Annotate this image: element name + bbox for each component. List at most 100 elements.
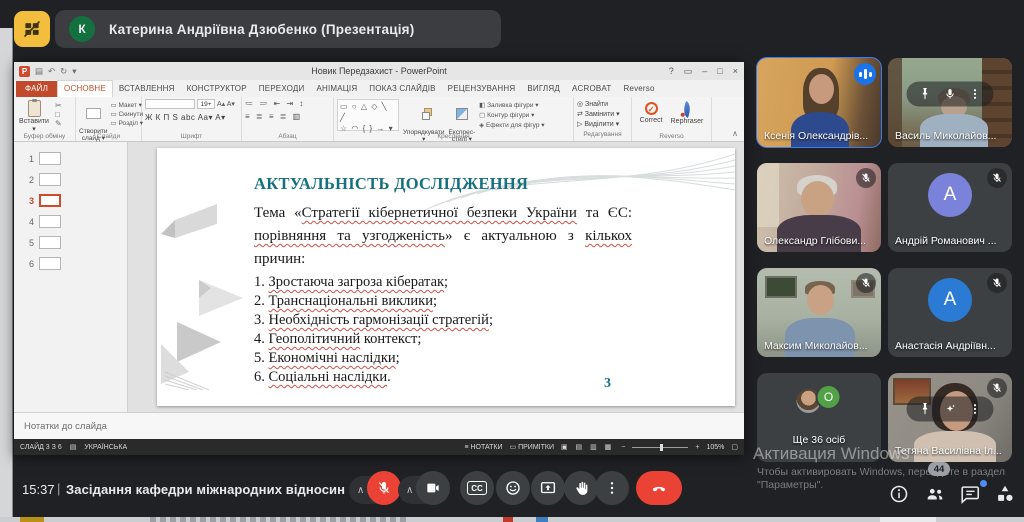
pin-icon[interactable] bbox=[919, 402, 932, 415]
pin-icon[interactable] bbox=[919, 87, 932, 100]
presenter-banner[interactable]: К Катерина Андріївна Дзюбенко (Презентац… bbox=[55, 10, 501, 48]
zoom-slider-thumb[interactable] bbox=[660, 444, 663, 451]
slide-text-segment: Транснаціональні виклики bbox=[269, 293, 433, 309]
help-button[interactable]: ? bbox=[669, 66, 674, 76]
zoom-slider[interactable] bbox=[632, 447, 688, 448]
ribbon-tab[interactable]: РЕЦЕНЗУВАННЯ bbox=[442, 81, 522, 97]
participant-tile[interactable]: Олександр Глібови... bbox=[757, 163, 881, 252]
paste-button[interactable]: Вставити ▾ bbox=[17, 99, 51, 131]
reset-button[interactable]: ▭ Скинути bbox=[111, 110, 144, 119]
language-indicator[interactable]: УКРАЇНСЬКА bbox=[84, 444, 127, 451]
collapse-ribbon-button[interactable]: ∧ bbox=[732, 129, 738, 138]
slide-thumbnail[interactable]: 3 bbox=[14, 190, 127, 211]
slide-thumbnail[interactable]: 5 bbox=[14, 232, 127, 253]
mic-icon[interactable] bbox=[944, 87, 957, 100]
notes-pane[interactable]: Нотатки до слайда bbox=[14, 412, 744, 439]
fit-to-window-button[interactable]: ▢ bbox=[731, 443, 738, 451]
ribbon-tab[interactable]: Reverso bbox=[617, 81, 660, 97]
alignment-buttons[interactable]: ≡ ≣ ≡ ≣ ▥ bbox=[245, 112, 330, 121]
close-button[interactable]: × bbox=[733, 66, 738, 76]
clipboard-tools[interactable]: ✂ □ ✎ bbox=[55, 99, 62, 131]
tile-hover-controls[interactable] bbox=[907, 396, 994, 421]
reactions-button[interactable] bbox=[496, 471, 530, 505]
quick-styles-button[interactable]: Експрес- стилі ▾ bbox=[448, 99, 475, 131]
view-buttons[interactable]: ▣ ▤ ▥ ▦ bbox=[561, 443, 614, 451]
shapes-gallery[interactable]: ▭ ○ △ ◇ ╲ ╱ ☆ ◠ { } → ▾ bbox=[337, 99, 399, 131]
slide-text-segment: Соціальні наслідки bbox=[269, 369, 388, 385]
reverso-correct-button[interactable]: ✓ Correct bbox=[640, 99, 663, 131]
ribbon-group-font: 19+ A▴ A▾ Ж К П S abc Aa▾ A▾ Шрифт bbox=[142, 97, 242, 141]
font-size-input[interactable]: 19+ bbox=[197, 99, 215, 109]
font-size-buttons[interactable]: A▴ A▾ bbox=[217, 100, 235, 108]
present-button[interactable] bbox=[531, 471, 565, 505]
slide[interactable]: АКТУАЛЬНІСТЬ ДОСЛІДЖЕННЯ Тема «Стратегії… bbox=[157, 148, 735, 406]
zoom-in-button[interactable]: + bbox=[695, 444, 699, 451]
list-buttons[interactable]: ≔ ≕ ⇤ ⇥ ↕ bbox=[245, 99, 330, 108]
slide-list-item: 6. Соціальні наслідки. bbox=[254, 368, 632, 387]
participants-count-badge: 44 bbox=[928, 462, 950, 476]
ribbon-tab[interactable]: ФАЙЛ bbox=[16, 81, 57, 97]
ribbon-tab[interactable]: ПЕРЕХОДИ bbox=[253, 81, 311, 97]
slide-thumbnail[interactable]: 4 bbox=[14, 211, 127, 232]
chat-panel-button[interactable] bbox=[959, 483, 983, 507]
activities-icon bbox=[994, 483, 1016, 505]
sliver-blue-icon bbox=[536, 517, 548, 522]
participant-tile[interactable]: Максим Миколайов... bbox=[757, 268, 881, 357]
participant-tile[interactable]: Василь Миколайов... bbox=[888, 58, 1012, 147]
ribbon-display-button[interactable]: ▭ bbox=[684, 66, 693, 77]
more-vert-icon[interactable] bbox=[969, 402, 982, 415]
select-button[interactable]: ▷ Виділити ▾ bbox=[577, 120, 628, 130]
zoom-out-button[interactable]: − bbox=[621, 444, 625, 451]
more-vert-icon[interactable] bbox=[969, 87, 982, 100]
ribbon-tab[interactable]: ПОКАЗ СЛАЙДІВ bbox=[363, 81, 441, 97]
activities-button[interactable] bbox=[994, 483, 1018, 507]
comments-toggle-button[interactable]: ▭ ПРИМІТКИ bbox=[510, 443, 554, 451]
ribbon-tab[interactable]: ВСТАВЛЕННЯ bbox=[113, 81, 181, 97]
notes-toggle-button[interactable]: ≡ НОТАТКИ bbox=[464, 444, 502, 451]
list-number: 5. bbox=[254, 350, 269, 366]
shape-outline-button[interactable]: ▢ Контур фігури ▾ bbox=[479, 111, 544, 121]
paste-label: Вставити ▾ bbox=[19, 118, 49, 133]
ribbon-tab[interactable]: ВИГЛЯД bbox=[521, 81, 566, 97]
section-button[interactable]: ▭ Розділ ▾ bbox=[111, 119, 144, 128]
find-button[interactable]: ◎ Знайти bbox=[577, 100, 628, 110]
slide-thumbnail[interactable]: 1 bbox=[14, 148, 127, 169]
captions-button[interactable]: CC bbox=[460, 471, 494, 505]
font-style-buttons[interactable]: Ж К П S abc Aa▾ A▾ bbox=[145, 113, 238, 122]
replace-button[interactable]: ⇄ Замінити ▾ bbox=[577, 110, 628, 120]
mic-mute-button[interactable] bbox=[367, 471, 401, 505]
tile-hover-controls[interactable] bbox=[907, 81, 994, 106]
spellcheck-icon[interactable]: ▤ bbox=[70, 443, 77, 451]
new-slide-button[interactable]: Створити слайд ▾ bbox=[79, 99, 108, 131]
more-options-button[interactable] bbox=[595, 471, 629, 505]
shape-fill-button[interactable]: ◧ Заливка фігури ▾ bbox=[479, 101, 544, 111]
restore-button[interactable]: □ bbox=[717, 66, 722, 76]
participant-tile[interactable]: А Андрій Романович ... bbox=[888, 163, 1012, 252]
font-name-input[interactable] bbox=[145, 99, 195, 109]
participant-tile[interactable]: А Анастасія Андріївн... bbox=[888, 268, 1012, 357]
meeting-details-button[interactable] bbox=[888, 483, 912, 507]
zoom-level[interactable]: 105% bbox=[706, 444, 724, 451]
camera-button[interactable] bbox=[416, 471, 450, 505]
slide-text-segment: порівняння та узгодженість bbox=[254, 228, 445, 244]
layout-button[interactable]: ▭ Макет ▾ bbox=[111, 101, 144, 110]
participant-name: Тетяна Василівна Іл... bbox=[895, 445, 1002, 457]
raise-hand-button[interactable] bbox=[564, 471, 598, 505]
ribbon-tab[interactable]: КОНСТРУКТОР bbox=[181, 81, 253, 97]
ribbon-tab[interactable]: АНІМАЦІЯ bbox=[310, 81, 363, 97]
ribbon-tab[interactable]: ОСНОВНЕ bbox=[57, 80, 113, 97]
effects-sparkle-icon[interactable] bbox=[944, 402, 957, 415]
shape-effects-button[interactable]: ◈ Ефекти для фігур ▾ bbox=[479, 121, 544, 131]
end-call-button[interactable] bbox=[636, 471, 682, 505]
arrange-button[interactable]: Упорядкувати ▾ bbox=[403, 99, 444, 131]
reverso-rephraser-button[interactable]: Rephraser bbox=[671, 99, 704, 131]
slide-thumbnail[interactable]: 6 bbox=[14, 253, 127, 274]
slide-paragraph: Тема «Стратегії кібернетичної безпеки Ук… bbox=[254, 202, 632, 271]
participant-tile[interactable]: Ксенія Олександрів... bbox=[757, 58, 881, 147]
slide-thumbnail[interactable]: 2 bbox=[14, 169, 127, 190]
minimize-button[interactable]: – bbox=[702, 66, 707, 76]
presentation-control-button[interactable] bbox=[14, 11, 50, 47]
participants-panel-button[interactable] bbox=[924, 483, 948, 507]
clipboard-group-label: Буфер обміну bbox=[14, 133, 75, 140]
ribbon-tab[interactable]: ACROBAT bbox=[566, 81, 617, 97]
